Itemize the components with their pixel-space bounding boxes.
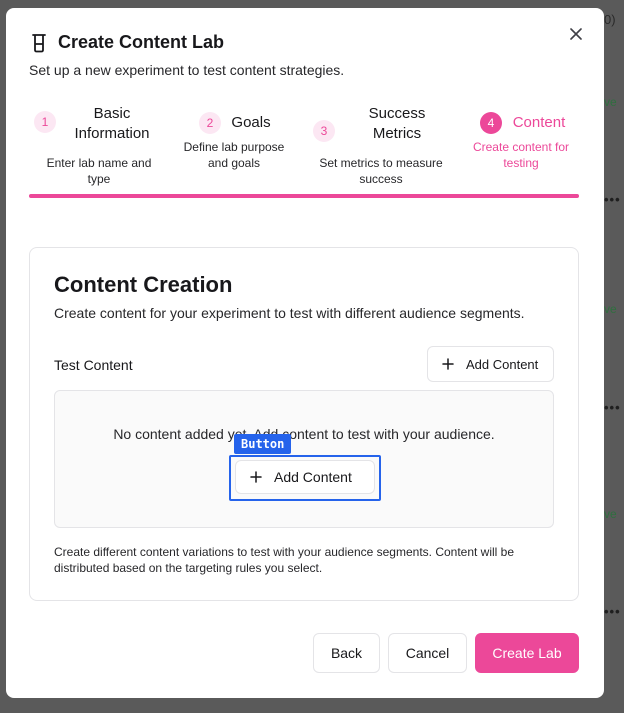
empty-state-text: No content added yet. Add content to tes… xyxy=(113,426,495,442)
background-more-icon: ••• xyxy=(604,192,621,207)
plus-icon xyxy=(442,358,454,370)
beaker-icon xyxy=(32,33,46,52)
background-status-fragment: ve xyxy=(604,95,617,109)
card-description: Create content for your experiment to te… xyxy=(54,305,525,321)
create-content-lab-dialog: Create Content Lab Set up a new experime… xyxy=(6,8,604,698)
dialog-subtitle: Set up a new experiment to test content … xyxy=(29,62,345,78)
step-description: Enter lab name and type xyxy=(46,156,152,186)
content-note: Create different content variations to t… xyxy=(54,545,515,575)
step-number: 4 xyxy=(480,112,502,134)
empty-content-state: No content added yet. Add content to tes… xyxy=(54,390,554,528)
background-count-fragment: 0) xyxy=(604,12,616,27)
back-button[interactable]: Back xyxy=(313,633,380,673)
step-description: Define lab purpose and goals xyxy=(183,140,285,170)
dialog-header: Create Content Lab xyxy=(30,32,224,53)
close-button[interactable] xyxy=(566,24,586,44)
background-more-icon: ••• xyxy=(604,400,621,415)
plus-icon xyxy=(250,471,262,483)
cancel-button[interactable]: Cancel xyxy=(388,633,467,673)
background-more-icon: ••• xyxy=(604,604,621,619)
element-type-tag: Button xyxy=(234,434,292,454)
step-number: 2 xyxy=(199,112,221,134)
step-description: Set metrics to measure success xyxy=(319,156,443,186)
dialog-title: Create Content Lab xyxy=(58,32,225,52)
step-title: Content xyxy=(512,114,566,131)
step-title: Goals xyxy=(231,114,271,131)
close-icon xyxy=(570,28,582,40)
add-content-button[interactable]: Add Content xyxy=(427,346,554,382)
create-lab-button[interactable]: Create Lab xyxy=(475,633,579,673)
step-number: 3 xyxy=(313,120,335,142)
step-number: 1 xyxy=(34,111,56,133)
content-creation-card: Content Creation Create content for your… xyxy=(29,247,579,601)
step-description: Create content for testing xyxy=(472,140,570,170)
empty-add-content-button[interactable]: Add Content xyxy=(235,460,375,494)
add-content-label: Add Content xyxy=(466,356,539,372)
background-status-fragment: ve xyxy=(604,507,617,521)
background-status-fragment: ve xyxy=(604,302,617,316)
step-progress-bar xyxy=(29,194,579,198)
stepper: 1 Basic Information Enter lab name and t… xyxy=(29,104,579,186)
step-title: Success Metrics xyxy=(368,105,426,142)
card-title: Content Creation xyxy=(54,272,233,297)
add-content-label: Add Content xyxy=(274,469,352,485)
test-content-label: Test Content xyxy=(54,357,133,373)
step-title: Basic Information xyxy=(74,105,150,142)
